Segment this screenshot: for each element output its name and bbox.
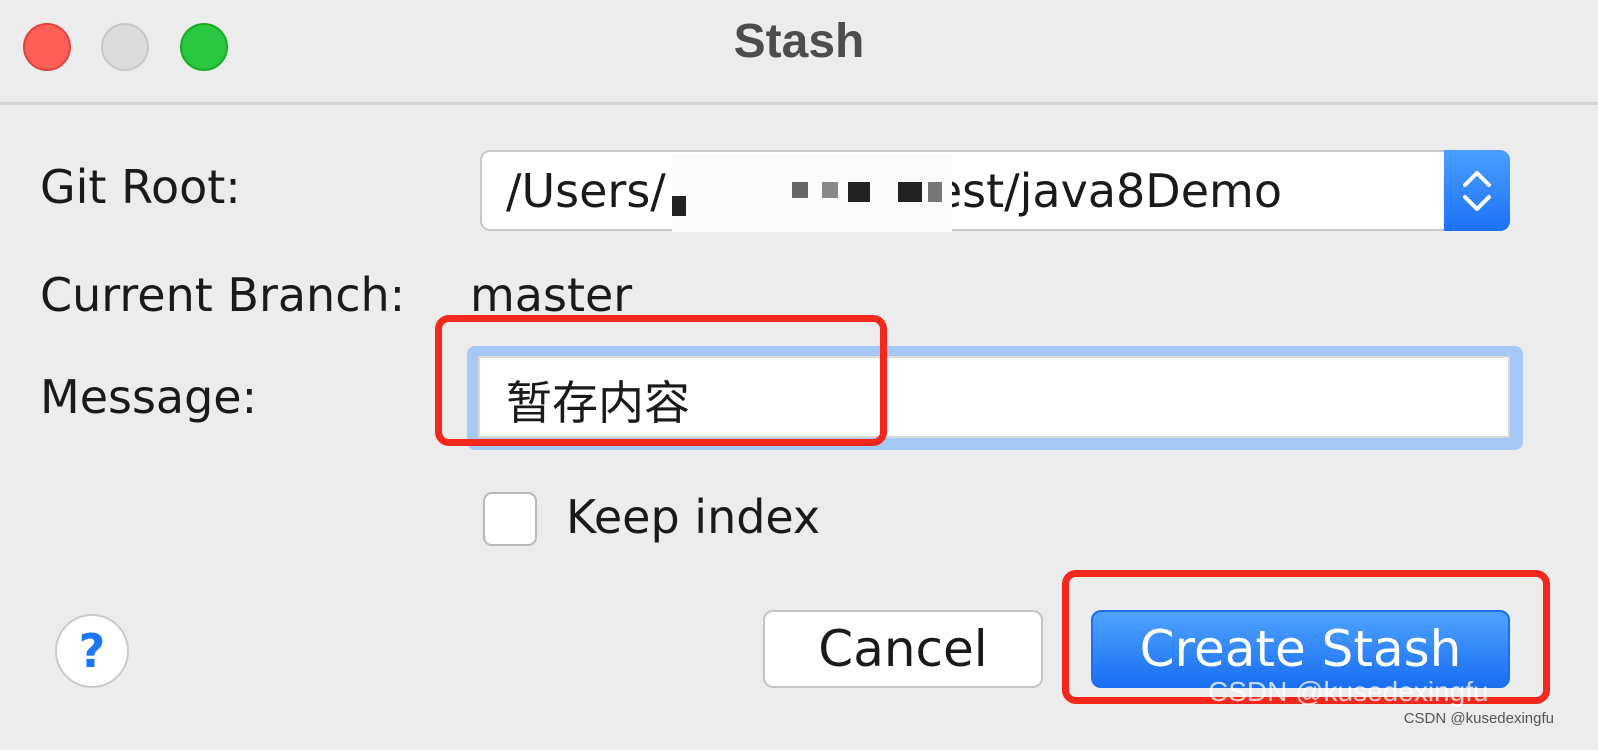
git-root-label: Git Root: xyxy=(40,160,241,214)
git-root-select[interactable]: /Users/test/java8Demo xyxy=(480,150,1510,232)
cancel-button[interactable]: Cancel xyxy=(763,610,1043,688)
redacted-region xyxy=(672,154,952,232)
title-bar: Stash xyxy=(0,0,1598,105)
dialog-title: Stash xyxy=(733,15,865,68)
watermark-small: CSDN @kusedexingfu xyxy=(1403,710,1554,727)
chevron-up-down-icon[interactable] xyxy=(1444,150,1510,231)
annotation-highlight-message xyxy=(435,315,887,446)
message-label: Message: xyxy=(40,370,258,424)
watermark-large: CSDN @kusedexingfu xyxy=(1208,676,1489,707)
current-branch-label: Current Branch: xyxy=(40,268,406,322)
help-button[interactable]: ? xyxy=(55,614,129,688)
git-root-value-head: /Users/ xyxy=(506,164,666,218)
git-root-value-tail: test/java8Demo xyxy=(915,164,1282,218)
current-branch-value: master xyxy=(470,268,633,322)
keep-index-checkbox[interactable] xyxy=(483,492,537,546)
keep-index-label[interactable]: Keep index xyxy=(566,490,820,544)
